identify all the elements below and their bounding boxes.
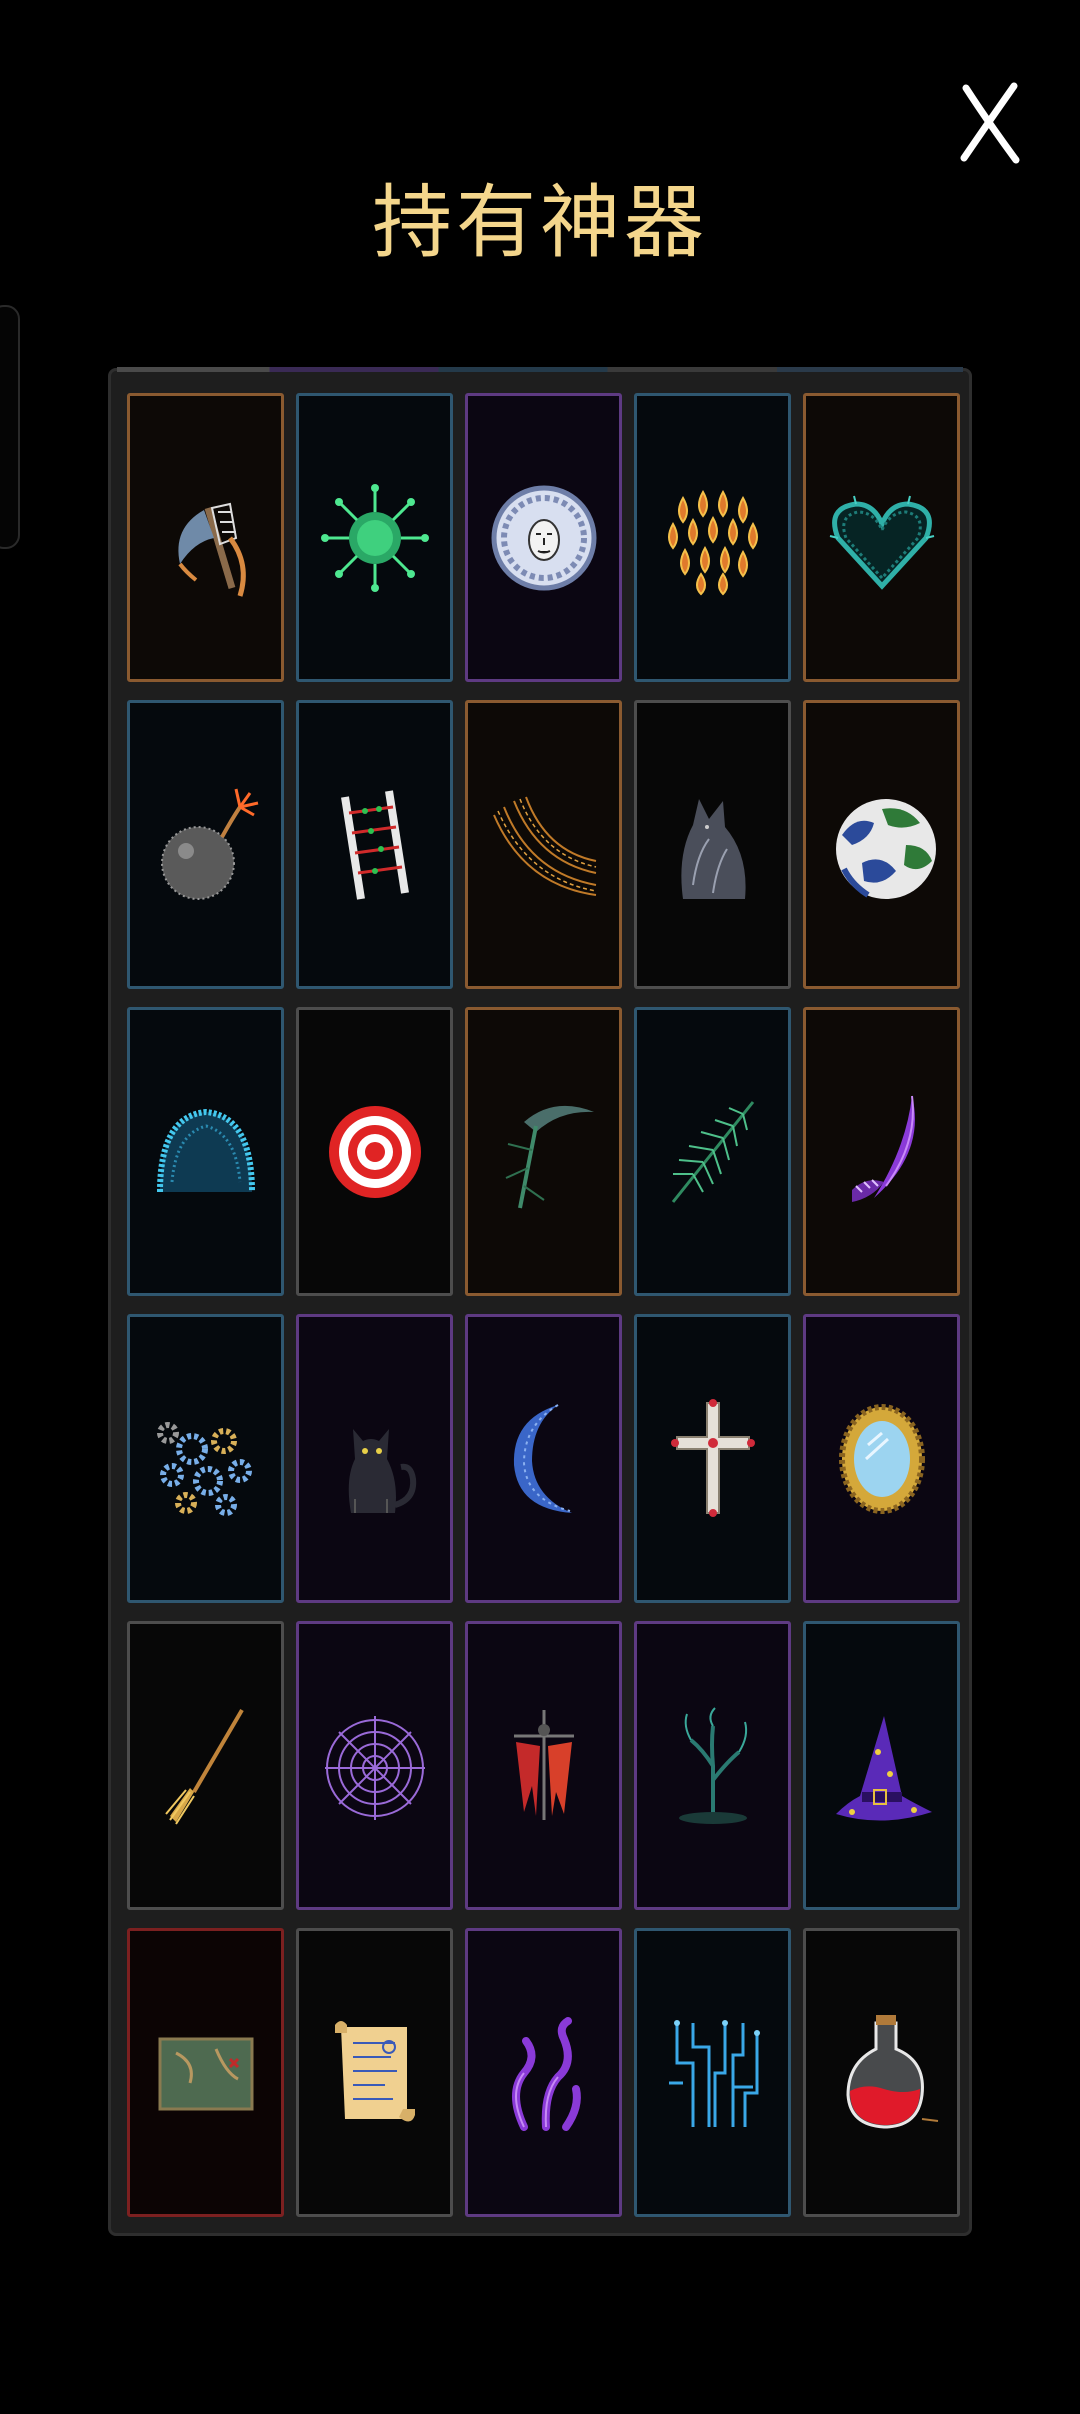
dragon-scales-icon xyxy=(667,489,758,595)
artifact-card[interactable] xyxy=(296,700,453,989)
artifact-card[interactable] xyxy=(803,1007,960,1296)
artifact-card[interactable] xyxy=(465,700,622,989)
artifact-card[interactable] xyxy=(465,1928,622,2217)
axe-icon xyxy=(177,502,246,597)
artifact-card[interactable] xyxy=(296,1007,453,1296)
artifact-card[interactable] xyxy=(127,1928,284,2217)
scarecrow-icon xyxy=(513,1709,574,1820)
dna-ladder-icon xyxy=(340,789,409,900)
treasure-map-icon xyxy=(158,2037,253,2110)
dead-tree-icon xyxy=(678,1706,747,1824)
edge-handle xyxy=(0,305,20,549)
artifact-card[interactable] xyxy=(465,393,622,682)
fiber-arc-icon xyxy=(492,796,596,896)
shadow-beast-icon xyxy=(680,798,746,899)
thorn-heart-icon xyxy=(829,495,934,590)
artifact-card[interactable] xyxy=(803,1928,960,2217)
artifact-card[interactable] xyxy=(465,1621,622,1910)
artifact-card[interactable] xyxy=(634,1928,791,2217)
artifact-grid-frame xyxy=(108,367,972,2236)
artifact-card[interactable] xyxy=(127,1621,284,1910)
bomb-icon xyxy=(160,788,258,900)
tentacles-icon xyxy=(511,2016,581,2131)
artifact-card[interactable] xyxy=(803,700,960,989)
spider-web-icon xyxy=(324,1715,425,1820)
artifact-card[interactable] xyxy=(803,1314,960,1603)
artifact-card[interactable] xyxy=(634,700,791,989)
black-cat-icon xyxy=(348,1428,416,1513)
artifact-card[interactable] xyxy=(634,1314,791,1603)
crescent-moon-icon xyxy=(513,1403,572,1513)
earth-globe-icon xyxy=(835,798,936,899)
artifact-card[interactable] xyxy=(296,393,453,682)
scythe-icon xyxy=(505,1105,594,1208)
gears-icon xyxy=(156,1421,252,1516)
green-fern-icon xyxy=(671,1100,754,1203)
artifact-card[interactable] xyxy=(465,1007,622,1296)
artifact-card[interactable] xyxy=(634,1007,791,1296)
artifact-card[interactable] xyxy=(127,700,284,989)
artifact-card[interactable] xyxy=(127,393,284,682)
broom-icon xyxy=(164,1708,244,1825)
artifact-card[interactable] xyxy=(634,393,791,682)
artifact-card[interactable] xyxy=(127,1314,284,1603)
artifact-card[interactable] xyxy=(465,1314,622,1603)
page-title: 持有神器 xyxy=(372,176,708,269)
purple-claw-icon xyxy=(851,1095,915,1202)
medusa-coin-icon xyxy=(491,485,596,590)
artifact-grid xyxy=(127,393,960,2217)
artifact-card[interactable] xyxy=(803,393,960,682)
artifact-card[interactable] xyxy=(296,1928,453,2217)
artifact-card[interactable] xyxy=(296,1621,453,1910)
artifact-card[interactable] xyxy=(634,1621,791,1910)
scroll-icon xyxy=(334,2020,415,2122)
circuit-icon xyxy=(668,2019,760,2127)
target-icon xyxy=(328,1105,421,1198)
witch-hat-icon xyxy=(835,1715,932,1821)
artifact-card[interactable] xyxy=(803,1621,960,1910)
close-x-icon xyxy=(960,82,1020,164)
blue-dome-icon xyxy=(156,1108,255,1192)
artifact-card[interactable] xyxy=(127,1007,284,1296)
gold-mirror-icon xyxy=(838,1403,925,1514)
close-button[interactable] xyxy=(955,78,1025,168)
artifact-card[interactable] xyxy=(296,1314,453,1603)
potion-flask-icon xyxy=(845,2014,938,2129)
holy-cross-icon xyxy=(670,1398,755,1517)
virus-icon xyxy=(320,483,429,592)
